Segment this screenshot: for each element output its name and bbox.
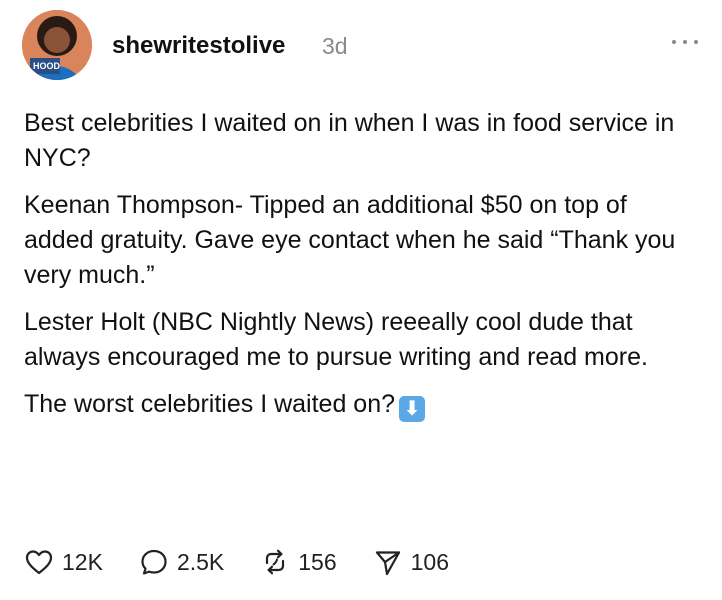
- avatar-image: HOOD: [22, 10, 92, 80]
- avatar-logo-text: HOOD: [33, 61, 61, 71]
- post-paragraph: Keenan Thompson- Tipped an additional $5…: [24, 191, 676, 289]
- post-time: 3d: [322, 33, 348, 59]
- more-dots-icon[interactable]: [672, 32, 698, 52]
- down-arrow-emoji-icon: ⬇: [399, 396, 426, 422]
- post-header: HOOD shewritestolive 3d: [22, 10, 702, 82]
- share-count: 106: [410, 548, 450, 575]
- post-card: HOOD shewritestolive 3d Best celebrities…: [0, 0, 722, 600]
- comment-bubble-icon: [141, 549, 167, 575]
- heart-icon: [25, 550, 53, 575]
- username[interactable]: shewritestolive: [112, 32, 285, 60]
- post-paragraph-last: The worst celebrities I waited on? ⬇: [24, 387, 684, 422]
- send-icon: [375, 551, 400, 576]
- post-paragraph-text: The worst celebrities I waited on?: [24, 390, 396, 418]
- avatar[interactable]: HOOD: [22, 10, 92, 80]
- like-button[interactable]: 12K: [24, 547, 103, 577]
- repost-button[interactable]: 156: [260, 547, 337, 577]
- comment-count: 2.5K: [176, 548, 225, 575]
- post-paragraph: Best celebrities I waited on in when I w…: [24, 109, 675, 172]
- share-button[interactable]: 106: [373, 547, 449, 577]
- action-bar: 12K 2.5K 156 106: [24, 544, 485, 580]
- post-body: Best celebrities I waited on in when I w…: [24, 106, 684, 434]
- like-count: 12K: [62, 548, 103, 575]
- post-paragraph: Lester Holt (NBC Nightly News) reeeally …: [24, 308, 648, 371]
- repost-count: 156: [298, 548, 337, 575]
- comment-button[interactable]: 2.5K: [139, 547, 224, 577]
- repost-icon: [266, 549, 285, 575]
